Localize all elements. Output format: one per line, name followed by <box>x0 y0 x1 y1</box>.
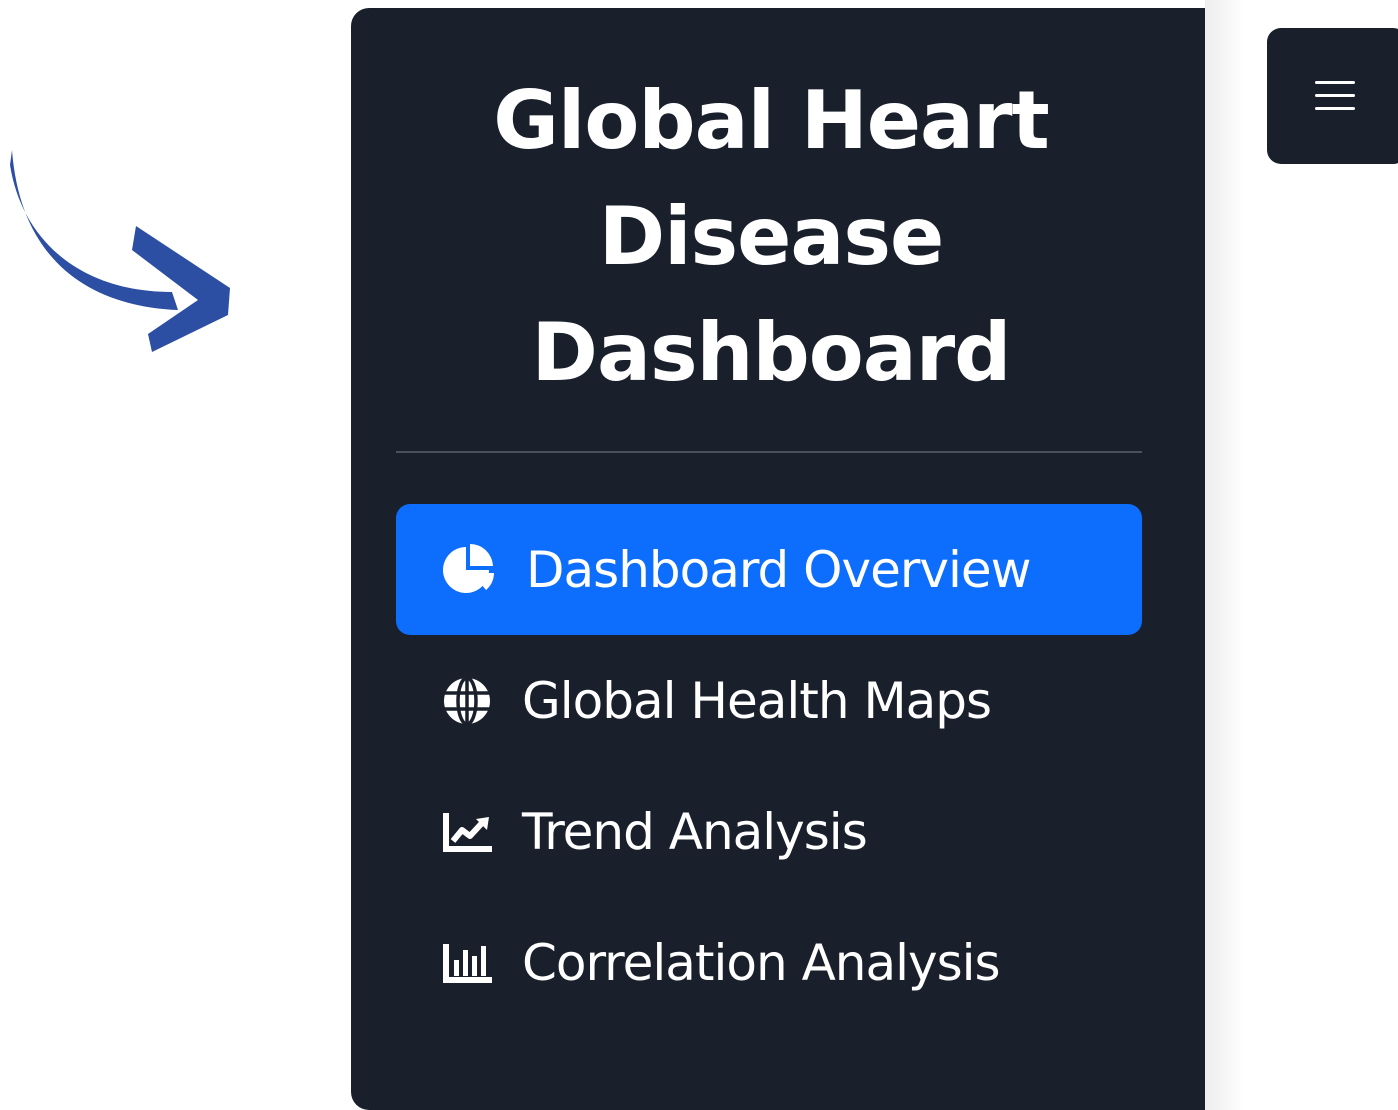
nav-item-trend-analysis[interactable]: Trend Analysis <box>396 766 1142 897</box>
line-chart-icon <box>442 805 496 859</box>
sidebar: Global Heart Disease Dashboard Dashboard… <box>351 8 1205 1110</box>
sidebar-nav: Dashboard Overview Global Health Maps Tr… <box>396 504 1142 1028</box>
globe-icon <box>442 674 496 728</box>
bar-chart-icon <box>442 936 496 990</box>
sidebar-divider <box>396 451 1142 453</box>
nav-label-trend-analysis: Trend Analysis <box>522 802 868 861</box>
nav-label-dashboard-overview: Dashboard Overview <box>526 540 1032 599</box>
curved-arrow-icon <box>10 150 230 352</box>
nav-item-correlation-analysis[interactable]: Correlation Analysis <box>396 897 1142 1028</box>
nav-label-correlation-analysis: Correlation Analysis <box>522 933 1001 992</box>
pie-chart-icon <box>442 543 496 597</box>
nav-item-global-health-maps[interactable]: Global Health Maps <box>396 635 1142 766</box>
sidebar-title: Global Heart Disease Dashboard <box>493 74 1049 399</box>
nav-item-dashboard-overview[interactable]: Dashboard Overview <box>396 504 1142 635</box>
hamburger-menu-icon <box>1315 78 1355 114</box>
nav-label-global-health-maps: Global Health Maps <box>522 671 992 730</box>
sidebar-shadow <box>1205 0 1245 1110</box>
sidebar-toggle-button[interactable] <box>1267 28 1398 164</box>
